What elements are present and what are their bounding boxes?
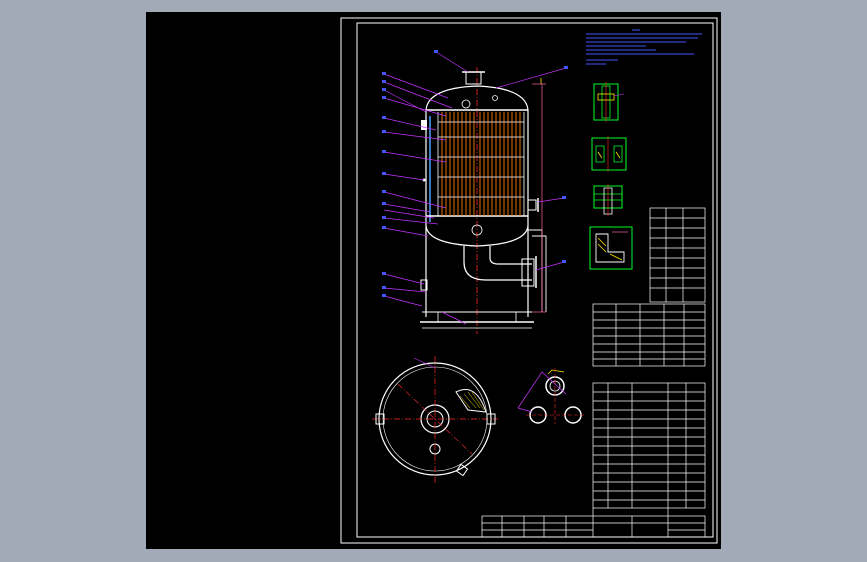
left-upper-nozzle [421,120,427,130]
title-block [481,508,706,538]
top-nozzle [465,71,482,85]
technical-notes [586,29,702,65]
parts-list-table [592,382,706,509]
tube-bundle [441,112,521,216]
detail-c [593,184,623,216]
cad-viewport[interactable] [146,12,721,549]
front-elevation-view [420,67,547,334]
detail-d [589,226,633,270]
leader-lines [383,51,567,325]
tube-layout-view [517,368,586,424]
detail-b [591,136,627,172]
nozzle-table [592,303,706,367]
right-lower-nozzle [527,199,537,211]
pressure-vessel-drawing [340,17,718,544]
design-data-table [649,207,706,303]
balloon-markers [382,50,568,297]
detail-a [593,82,625,122]
plan-section-view [372,356,498,484]
inner-border [356,22,714,538]
